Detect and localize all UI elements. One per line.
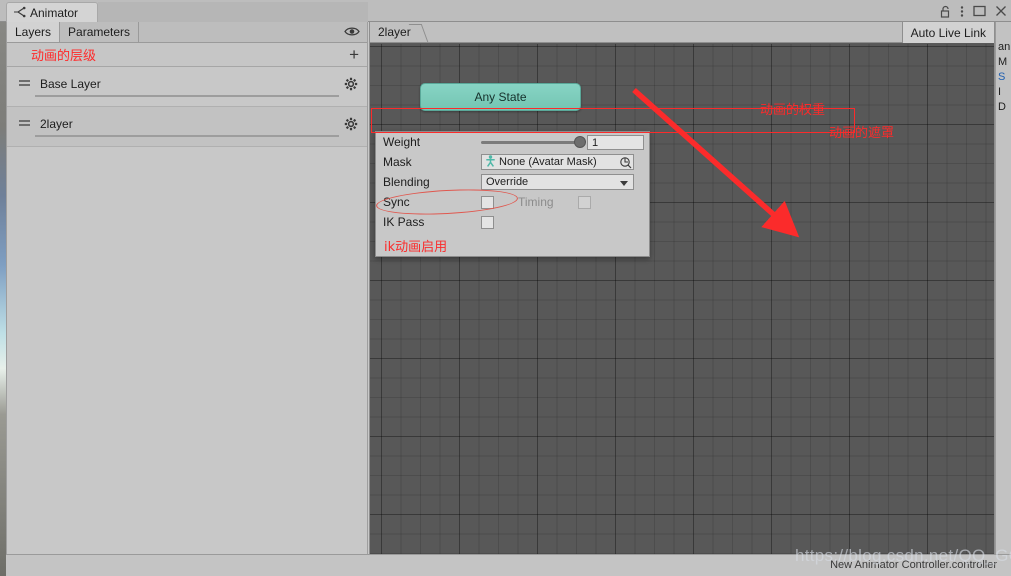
row-mask: Mask None (Avatar Mask) [376,152,649,172]
tab-parameters[interactable]: Parameters [60,22,140,42]
blending-label: Blending [383,175,430,189]
mask-object-field[interactable]: None (Avatar Mask) [481,154,634,170]
blending-dropdown[interactable]: Override [481,174,634,190]
tab-animator[interactable]: Animator [6,2,98,23]
tab-parameters-label: Parameters [68,25,131,39]
window-controls [940,0,1007,22]
blending-value-label: Override [486,176,529,188]
row-blending: Blending Override [376,172,649,192]
mask-value-label: None (Avatar Mask) [499,156,597,168]
sliver-line-4: D [998,101,1006,113]
timing-checkbox [578,195,591,209]
annotation-weight-box [371,108,855,133]
lock-icon[interactable] [940,5,951,18]
kebab-menu-icon[interactable] [960,5,964,18]
node-any-state-label: Any State [474,90,527,104]
row-weight: Weight 1 [376,132,649,152]
avatar-mask-icon [485,154,496,170]
sliver-line-3: I [998,86,1002,98]
animator-graph-pane: 2layer Auto Live Link Any State Weight 1 [369,22,995,570]
settings-gear-icon[interactable] [344,77,358,94]
tab-strip-filler [98,2,368,23]
animator-window: an M S I D Animator Layers Parameters 动画… [0,0,1011,576]
ik-pass-checkbox[interactable] [481,215,494,229]
weight-slider-knob[interactable] [574,136,586,148]
visibility-eye-icon[interactable] [344,25,360,39]
layer-name-2layer: 2layer [40,117,73,131]
tab-layers-label: Layers [15,25,52,39]
auto-live-link-label: Auto Live Link [910,25,986,40]
add-layer-button[interactable]: + [349,46,359,63]
mask-label: Mask [383,155,412,169]
layers-panel-tabs: Layers Parameters [7,22,367,43]
weight-slider[interactable] [481,136,586,148]
close-icon[interactable] [995,5,1007,17]
watermark-text: https://blog.csdn.net/QQ_GO [795,546,1011,565]
node-any-state[interactable]: Any State [420,83,581,111]
auto-live-link-button[interactable]: Auto Live Link [901,22,994,43]
layers-hierarchy-note: 动画的层级 [31,49,97,64]
layers-panel: Layers Parameters 动画的层级 + Base Layer 2la… [6,22,368,570]
weight-value-input[interactable]: 1 [587,134,644,150]
ik-pass-label: IK Pass [383,215,425,229]
animator-node-icon [13,6,26,21]
inspector-panel-sliver: an M S I D [995,22,1011,576]
breadcrumb-bar: 2layer Auto Live Link [370,22,994,43]
object-picker-icon[interactable] [619,156,632,169]
window-title-bar [0,0,1011,23]
breadcrumb-item-2layer[interactable]: 2layer [370,22,425,43]
tab-animator-label: Animator [30,6,79,20]
layers-header: 动画的层级 + [7,43,367,67]
chevron-down-icon [620,181,628,186]
layer-row-2layer[interactable]: 2layer [7,107,367,147]
sliver-line-2: S [998,71,1006,83]
timing-label: Timing [518,195,554,209]
layer-row-base[interactable]: Base Layer [7,67,367,107]
tab-layers[interactable]: Layers [7,22,61,42]
layer-divider [35,135,339,137]
maximize-icon[interactable] [973,5,986,17]
layer-divider [35,95,339,97]
layer-name-base: Base Layer [40,77,101,91]
weight-label: Weight [383,135,421,149]
drag-handle-icon[interactable] [19,80,30,86]
sliver-line-1: M [998,56,1008,68]
row-ik-pass: IK Pass [376,212,649,232]
drag-handle-icon[interactable] [19,120,30,126]
breadcrumb-label: 2layer [378,25,411,39]
sliver-line-0: an [998,41,1011,53]
settings-gear-icon[interactable] [344,117,358,134]
